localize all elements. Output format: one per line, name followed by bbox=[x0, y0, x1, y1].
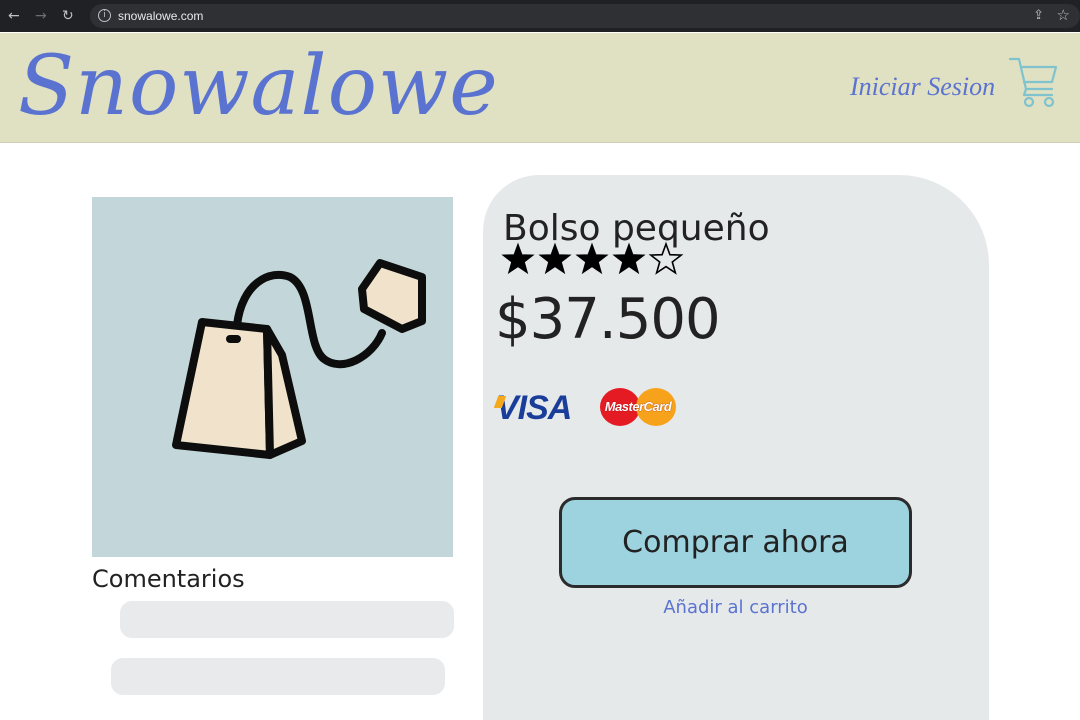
share-icon[interactable]: ⇪ bbox=[1033, 8, 1044, 23]
star-filled-icon bbox=[538, 242, 572, 275]
site-logo[interactable]: Snowalowe bbox=[18, 35, 499, 139]
address-bar[interactable]: i snowalowe.com ⇪ ☆ bbox=[90, 4, 1080, 28]
tea-bag-icon bbox=[172, 259, 426, 459]
login-link[interactable]: Iniciar Sesion bbox=[850, 71, 995, 103]
product-image bbox=[92, 197, 453, 557]
forward-arrow-icon[interactable]: → bbox=[35, 7, 47, 25]
reload-icon[interactable]: ↻ bbox=[62, 7, 74, 25]
add-to-cart-link[interactable]: Añadir al carrito bbox=[559, 596, 912, 620]
star-filled-icon bbox=[501, 242, 535, 275]
site-header: Snowalowe Iniciar Sesion bbox=[0, 33, 1080, 143]
visa-logo: VISA bbox=[493, 390, 572, 426]
browser-toolbar: ← → ↻ i snowalowe.com ⇪ ☆ bbox=[0, 0, 1080, 32]
star-empty-icon bbox=[648, 241, 684, 275]
comment-placeholder bbox=[111, 658, 445, 695]
shopping-cart-icon[interactable] bbox=[1008, 55, 1060, 113]
bookmark-star-icon[interactable]: ☆ bbox=[1057, 6, 1070, 24]
buy-now-button[interactable]: Comprar ahora bbox=[559, 497, 912, 588]
product-price: $37.500 bbox=[495, 287, 721, 352]
star-rating bbox=[500, 240, 690, 280]
star-filled-icon bbox=[612, 242, 646, 275]
star-filled-icon bbox=[575, 242, 609, 275]
comment-placeholder bbox=[120, 601, 454, 638]
back-arrow-icon[interactable]: ← bbox=[8, 7, 20, 25]
site-info-icon[interactable]: i bbox=[98, 9, 111, 22]
url-text[interactable]: snowalowe.com bbox=[118, 8, 203, 24]
comments-title: Comentarios bbox=[92, 565, 245, 593]
mastercard-logo: MasterCard bbox=[600, 388, 676, 426]
